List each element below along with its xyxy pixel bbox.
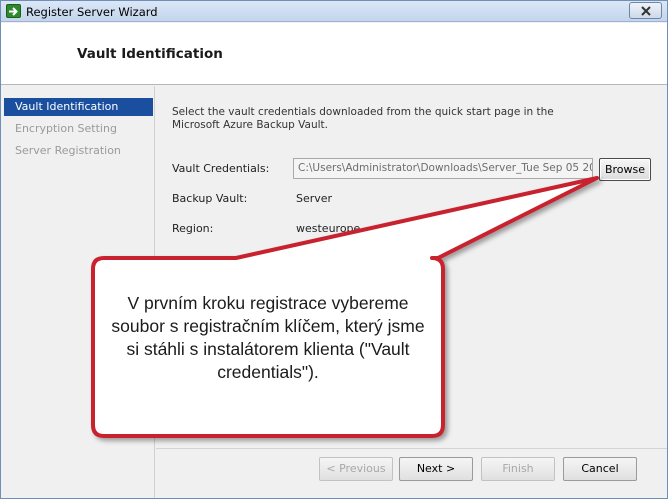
close-icon	[641, 6, 651, 16]
finish-button[interactable]: Finish	[481, 457, 555, 481]
browse-button[interactable]: Browse	[599, 158, 651, 181]
instructions-text: Select the vault credentials downloaded …	[172, 106, 554, 131]
vault-credentials-field[interactable]: C:\Users\Administrator\Downloads\Server_…	[293, 158, 593, 179]
region-value: westeurope	[296, 222, 361, 235]
title-bar: Register Server Wizard	[1, 1, 667, 22]
next-button[interactable]: Next >	[399, 457, 473, 481]
callout-text: V prvním kroku registrace vybereme soubo…	[111, 293, 425, 382]
vault-credentials-label: Vault Credentials:	[172, 162, 270, 175]
backup-vault-value: Server	[296, 192, 333, 205]
step-vault-identification[interactable]: Vault Identification	[4, 98, 153, 116]
backup-vault-label: Backup Vault:	[172, 192, 248, 205]
region-label: Region:	[172, 222, 214, 235]
window-title: Register Server Wizard	[26, 5, 158, 19]
footer-divider	[156, 448, 667, 449]
step-server-registration[interactable]: Server Registration	[4, 142, 153, 160]
wizard-window: Register Server Wizard Vault Identificat…	[0, 0, 668, 499]
app-icon	[6, 4, 21, 18]
close-button[interactable]	[629, 2, 662, 19]
wizard-header: Vault Identification	[1, 23, 667, 85]
page-title: Vault Identification	[77, 46, 223, 62]
cancel-button[interactable]: Cancel	[563, 457, 637, 481]
step-encryption-setting[interactable]: Encryption Setting	[4, 120, 153, 138]
previous-button[interactable]: < Previous	[319, 457, 393, 481]
